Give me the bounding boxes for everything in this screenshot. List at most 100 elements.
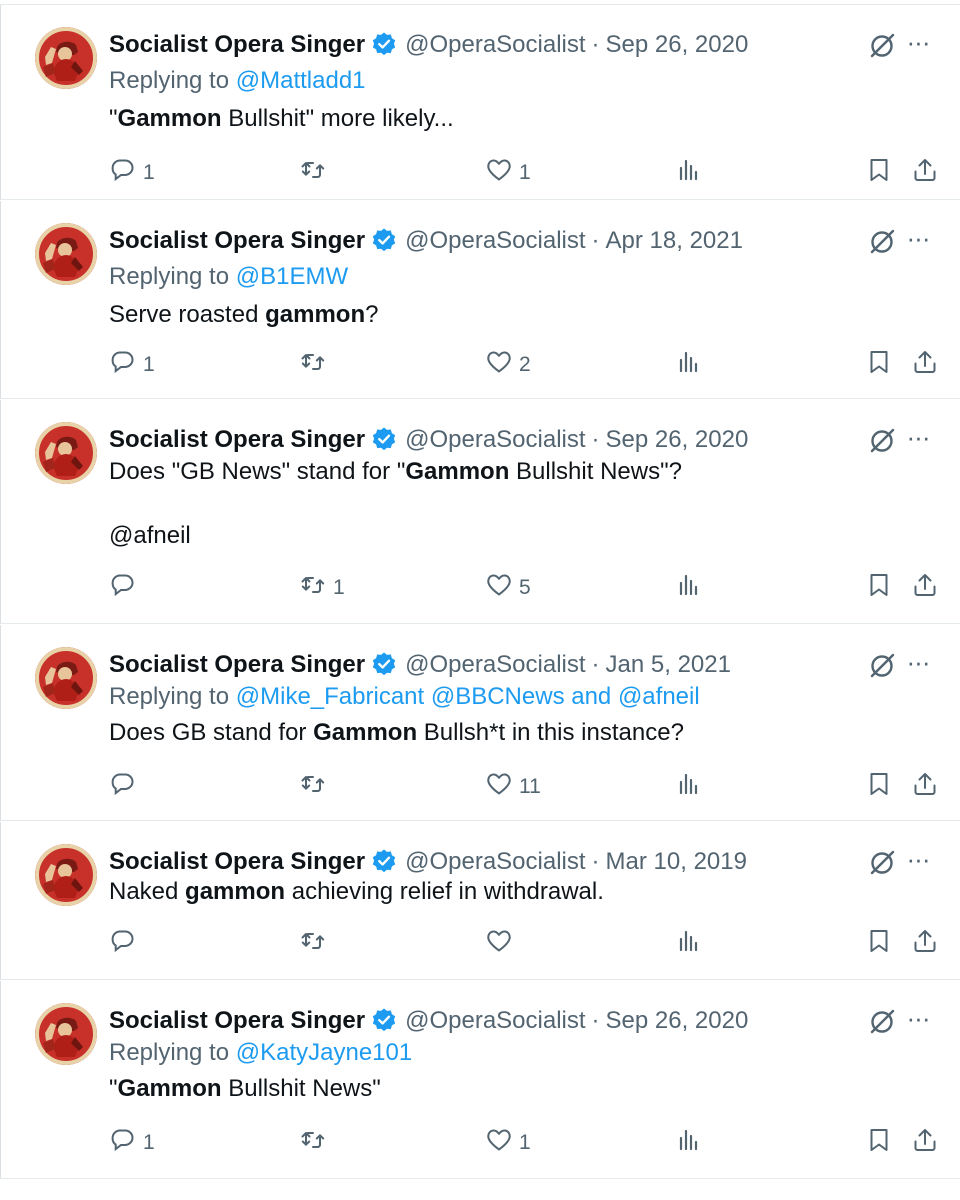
views-button[interactable] [675, 1125, 703, 1161]
author-name[interactable]: Socialist Opera Singer [109, 227, 365, 254]
grok-icon[interactable] [867, 227, 897, 257]
share-button[interactable] [911, 1125, 939, 1161]
avatar[interactable] [35, 844, 97, 906]
replying-to-label: Replying to [109, 67, 230, 94]
tweet-date[interactable]: Jan 5, 2021 [606, 651, 731, 678]
views-button[interactable] [675, 926, 703, 962]
separator-dot: · [591, 426, 600, 453]
tweet[interactable]: Socialist Opera Singer @OperaSocialist · Se… [0, 400, 960, 624]
bookmark-icon [865, 1126, 893, 1160]
more-icon[interactable]: ··· [898, 1003, 938, 1039]
author-name[interactable]: Socialist Opera Singer [109, 651, 365, 678]
tweet-header: Socialist Opera Singer @OperaSocialist · Ja… [109, 647, 731, 683]
tweet-date[interactable]: Sep 26, 2020 [606, 1007, 749, 1034]
like-button[interactable]: 1 [485, 1125, 531, 1161]
reply-icon [109, 348, 137, 382]
author-handle[interactable]: @OperaSocialist [405, 31, 585, 58]
tweet-date[interactable]: Apr 18, 2021 [606, 227, 743, 254]
grok-icon[interactable] [867, 651, 897, 681]
replying-to-handles[interactable]: @KatyJayne101 [236, 1039, 412, 1066]
bookmark-icon [865, 348, 893, 382]
replying-to-handles[interactable]: @B1EMW [236, 263, 348, 290]
views-button[interactable] [675, 769, 703, 805]
like-button[interactable] [485, 926, 513, 962]
bookmark-button[interactable] [865, 347, 893, 383]
bookmark-button[interactable] [865, 769, 893, 805]
author-handle[interactable]: @OperaSocialist [405, 651, 585, 678]
bookmark-button[interactable] [865, 570, 893, 606]
author-handle[interactable]: @OperaSocialist [405, 426, 585, 453]
repost-button[interactable] [299, 155, 327, 191]
replying-to-label: Replying to [109, 683, 230, 710]
grok-icon[interactable] [867, 31, 897, 61]
verified-badge-icon [371, 848, 397, 874]
like-button[interactable]: 2 [485, 347, 531, 383]
bookmark-button[interactable] [865, 155, 893, 191]
repost-button[interactable] [299, 1125, 327, 1161]
author-handle[interactable]: @OperaSocialist [405, 848, 585, 875]
repost-button[interactable] [299, 769, 327, 805]
reply-button[interactable] [109, 769, 137, 805]
tweet-date[interactable]: Mar 10, 2019 [606, 848, 747, 875]
avatar[interactable] [35, 223, 97, 285]
share-button[interactable] [911, 926, 939, 962]
share-button[interactable] [911, 769, 939, 805]
tweet[interactable]: Socialist Opera Singer @OperaSocialist · Ap… [0, 201, 960, 399]
author-name[interactable]: Socialist Opera Singer [109, 426, 365, 453]
reply-button[interactable] [109, 570, 137, 606]
share-button[interactable] [911, 347, 939, 383]
mention-link[interactable]: @afneil [109, 518, 191, 554]
share-button[interactable] [911, 570, 939, 606]
reply-button[interactable]: 1 [109, 1125, 155, 1161]
author-name[interactable]: Socialist Opera Singer [109, 848, 365, 875]
tweet[interactable]: Socialist Opera Singer @OperaSocialist · Ja… [0, 625, 960, 821]
like-button[interactable]: 1 [485, 155, 531, 191]
avatar[interactable] [35, 27, 97, 89]
views-icon [675, 348, 703, 382]
tweet[interactable]: Socialist Opera Singer @OperaSocialist · Se… [0, 4, 960, 200]
views-icon [675, 1126, 703, 1160]
like-button[interactable]: 5 [485, 570, 531, 606]
views-button[interactable] [675, 347, 703, 383]
avatar[interactable] [35, 422, 97, 484]
share-button[interactable] [911, 155, 939, 191]
reply-button[interactable]: 1 [109, 347, 155, 383]
reply-button[interactable] [109, 926, 137, 962]
grok-icon[interactable] [867, 848, 897, 878]
author-name[interactable]: Socialist Opera Singer [109, 1007, 365, 1034]
more-icon[interactable]: ··· [898, 27, 938, 63]
more-icon[interactable]: ··· [898, 422, 938, 458]
tweet-text-segment: achieving relief in withdrawal. [285, 878, 604, 905]
tweet-date[interactable]: Sep 26, 2020 [606, 31, 749, 58]
grok-icon[interactable] [867, 426, 897, 456]
repost-button[interactable] [299, 926, 327, 962]
replying-to-label: Replying to [109, 1039, 230, 1066]
bookmark-button[interactable] [865, 1125, 893, 1161]
author-name[interactable]: Socialist Opera Singer [109, 31, 365, 58]
avatar[interactable] [35, 1003, 97, 1065]
tweet-text: Serve roasted gammon? [109, 297, 378, 333]
more-icon[interactable]: ··· [898, 647, 938, 683]
reply-button[interactable]: 1 [109, 155, 155, 191]
replying-to-handles[interactable]: @Mattladd1 [236, 67, 366, 94]
bookmark-button[interactable] [865, 926, 893, 962]
views-button[interactable] [675, 570, 703, 606]
like-button[interactable]: 11 [485, 769, 541, 805]
tweet[interactable]: Socialist Opera Singer @OperaSocialist · Se… [0, 981, 960, 1179]
repost-button[interactable]: 1 [299, 570, 345, 606]
more-icon[interactable]: ··· [898, 844, 938, 880]
separator-dot: · [591, 651, 600, 678]
repost-button[interactable] [299, 347, 327, 383]
views-button[interactable] [675, 155, 703, 191]
tweet-text-segment: Bullshit News" [221, 1075, 381, 1102]
replying-to-handles[interactable]: @Mike_Fabricant @BBCNews and @afneil [236, 683, 700, 710]
repost-icon [299, 770, 327, 804]
share-icon [911, 927, 939, 961]
avatar[interactable] [35, 647, 97, 709]
tweet-date[interactable]: Sep 26, 2020 [606, 426, 749, 453]
more-icon[interactable]: ··· [898, 223, 938, 259]
tweet[interactable]: Socialist Opera Singer @OperaSocialist · Ma… [0, 822, 960, 980]
author-handle[interactable]: @OperaSocialist [405, 1007, 585, 1034]
author-handle[interactable]: @OperaSocialist [405, 227, 585, 254]
grok-icon[interactable] [867, 1007, 897, 1037]
